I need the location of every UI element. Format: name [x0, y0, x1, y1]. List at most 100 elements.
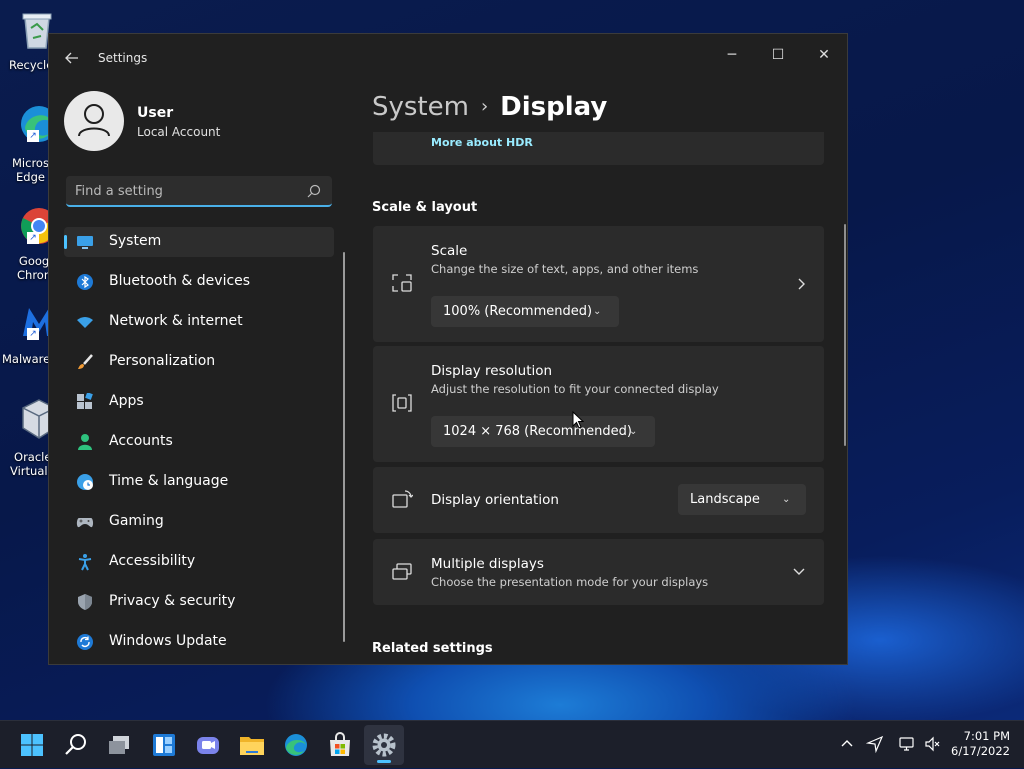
- active-app-indicator: [377, 760, 391, 763]
- person-icon: [78, 104, 110, 137]
- resolution-dropdown[interactable]: 1024 × 768 (Recommended) ⌄: [431, 416, 655, 447]
- sidebar-item-label: Personalization: [109, 353, 216, 369]
- content-scrollbar[interactable]: [844, 224, 846, 446]
- scale-card[interactable]: Scale Change the size of text, apps, and…: [373, 226, 824, 342]
- taskbar: 7:01 PM 6/17/2022: [0, 720, 1024, 768]
- sidebar-item-label: Time & language: [109, 473, 229, 489]
- title-bar: Settings ─ ☐ ✕: [49, 34, 847, 82]
- task-view-button[interactable]: [100, 725, 140, 765]
- sidebar-item-windows-update[interactable]: Windows Update: [64, 627, 334, 657]
- sidebar-item-apps[interactable]: Apps: [64, 387, 334, 417]
- scale-dropdown-value: 100% (Recommended): [443, 304, 593, 319]
- file-explorer-button[interactable]: [232, 725, 272, 765]
- store-button[interactable]: [320, 725, 360, 765]
- gamepad-icon: [76, 518, 94, 528]
- edge-icon: [285, 734, 307, 756]
- sidebar-item-accessibility[interactable]: Accessibility: [64, 547, 334, 577]
- arrow-left-icon: [65, 52, 78, 64]
- apps-icon: [77, 393, 93, 409]
- sidebar-item-label: Bluetooth & devices: [109, 273, 251, 289]
- sidebar-item-label: Windows Update: [109, 633, 227, 649]
- scale-dropdown[interactable]: 100% (Recommended) ⌄: [431, 296, 619, 327]
- clock-date: 6/17/2022: [951, 744, 1010, 758]
- sidebar-scrollbar[interactable]: [343, 252, 345, 642]
- settings-window: Settings ─ ☐ ✕ User Local Account System…: [48, 33, 848, 665]
- close-button[interactable]: ✕: [802, 40, 846, 70]
- chevron-right-icon: [798, 278, 805, 290]
- sidebar-item-label: Accounts: [109, 433, 173, 449]
- sidebar-item-privacy[interactable]: Privacy & security: [64, 587, 334, 617]
- more-about-hdr-link[interactable]: More about HDR: [431, 136, 533, 149]
- accessibility-icon: [78, 554, 92, 571]
- sidebar-item-label: Accessibility: [109, 553, 196, 569]
- volume-muted-icon[interactable]: [924, 735, 942, 753]
- desktop-icon-label: Micros Edge: [12, 156, 49, 184]
- sidebar-item-accounts[interactable]: Accounts: [64, 427, 334, 457]
- wifi-icon: [77, 317, 93, 328]
- gear-icon: [372, 733, 396, 757]
- shortcut-arrow-icon: ↗: [27, 232, 39, 244]
- sidebar-item-label: Privacy & security: [109, 593, 236, 609]
- chevron-down-icon: ⌄: [629, 426, 638, 437]
- scale-subtitle: Change the size of text, apps, and other…: [431, 262, 699, 276]
- app-title: Settings: [98, 51, 148, 65]
- multiple-displays-card[interactable]: Multiple displays Choose the presentatio…: [373, 539, 824, 605]
- account-type: Local Account: [137, 125, 221, 139]
- chevron-down-icon: ⌄: [593, 306, 602, 317]
- scale-title: Scale: [431, 243, 468, 259]
- orientation-icon: [392, 490, 413, 508]
- shield-icon: [78, 594, 92, 610]
- sidebar-item-personalization[interactable]: Personalization: [64, 347, 334, 377]
- bluetooth-icon: [77, 274, 93, 290]
- avatar[interactable]: [64, 91, 124, 151]
- resolution-dropdown-value: 1024 × 768 (Recommended): [443, 424, 632, 439]
- sidebar-item-label: Network & internet: [109, 313, 243, 329]
- system-clock[interactable]: 7:01 PM 6/17/2022: [951, 729, 1010, 759]
- person-icon: [78, 434, 92, 450]
- desktop-icon-label: Malware: [2, 352, 51, 366]
- multiple-displays-title: Multiple displays: [431, 556, 544, 572]
- sidebar-item-network[interactable]: Network & internet: [64, 307, 334, 337]
- sidebar-item-time-language[interactable]: Time & language: [64, 467, 334, 497]
- network-icon[interactable]: [898, 735, 916, 753]
- edge-taskbar-button[interactable]: [276, 725, 316, 765]
- minimize-button[interactable]: ─: [710, 40, 754, 70]
- settings-taskbar-button[interactable]: [364, 725, 404, 765]
- widgets-icon: [153, 734, 175, 756]
- resolution-icon: [392, 394, 412, 412]
- chevron-up-icon[interactable]: [838, 735, 856, 753]
- search-icon: [65, 734, 86, 755]
- page-title: Display: [500, 92, 608, 122]
- windows-logo-icon: [21, 734, 43, 756]
- store-icon: [330, 732, 350, 756]
- taskbar-search-button[interactable]: [56, 725, 96, 765]
- back-button[interactable]: [61, 48, 83, 68]
- orientation-dropdown[interactable]: Landscape ⌄: [678, 484, 806, 515]
- sidebar-item-gaming[interactable]: Gaming: [64, 507, 334, 537]
- shortcut-arrow-icon: ↗: [27, 328, 39, 340]
- task-view-icon: [109, 736, 129, 754]
- orientation-dropdown-value: Landscape: [690, 492, 760, 507]
- orientation-card: Display orientation Landscape ⌄: [373, 467, 824, 533]
- sync-icon: [77, 634, 93, 650]
- search-box[interactable]: [66, 176, 332, 207]
- search-icon[interactable]: [306, 183, 322, 199]
- folder-icon: [240, 737, 264, 755]
- breadcrumb-parent[interactable]: System: [372, 92, 469, 122]
- sidebar-nav: System Bluetooth & devices Network & int…: [64, 227, 334, 664]
- widgets-button[interactable]: [144, 725, 184, 765]
- clock-time: 7:01 PM: [963, 729, 1010, 743]
- start-button[interactable]: [12, 725, 52, 765]
- hdr-card: More about HDR: [373, 132, 824, 165]
- maximize-button[interactable]: ☐: [756, 40, 800, 70]
- teams-chat-button[interactable]: [188, 725, 228, 765]
- brush-icon: [78, 354, 93, 369]
- sidebar-item-bluetooth[interactable]: Bluetooth & devices: [64, 267, 334, 297]
- sidebar-item-system[interactable]: System: [64, 227, 334, 257]
- breadcrumb-separator-icon: ›: [480, 96, 489, 117]
- sidebar-item-label: Gaming: [109, 513, 164, 529]
- multiple-displays-icon: [392, 563, 412, 580]
- location-icon[interactable]: [866, 735, 884, 753]
- search-input[interactable]: [75, 182, 295, 200]
- section-title-scale-layout: Scale & layout: [372, 200, 478, 215]
